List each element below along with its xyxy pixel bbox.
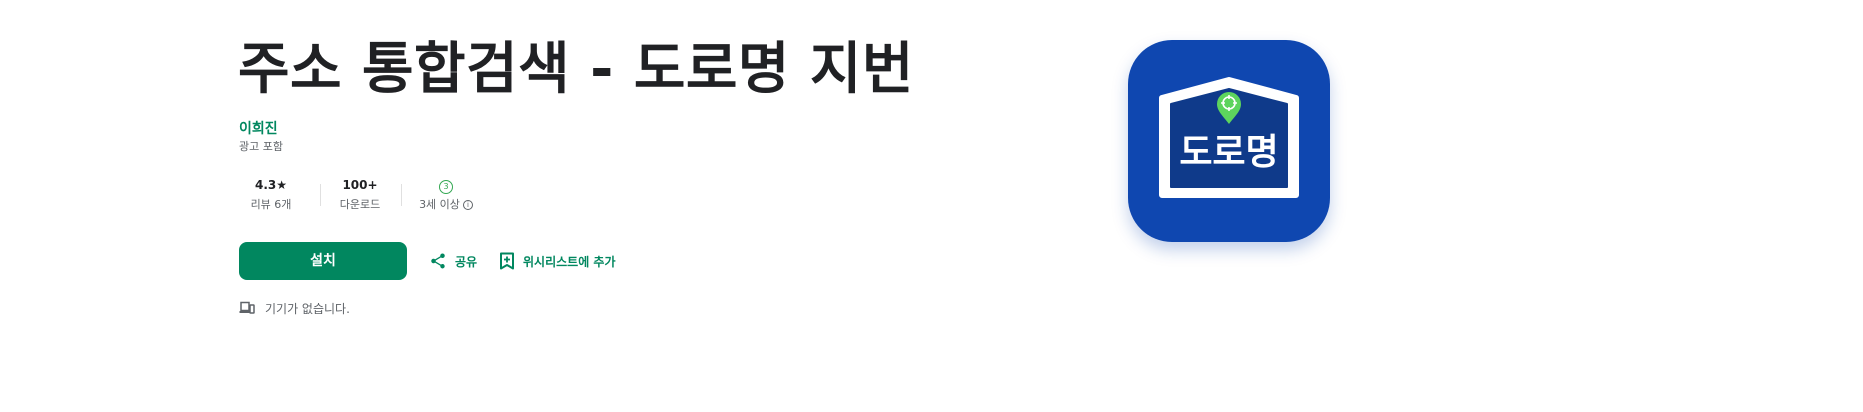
device-notice: 기기가 없습니다.: [239, 299, 350, 317]
stat-age-rating[interactable]: 3 3세 이상 i: [415, 176, 477, 212]
info-icon[interactable]: i: [462, 200, 473, 210]
wishlist-button[interactable]: 위시리스트에 추가: [499, 250, 616, 272]
rating-value: 4.3★: [254, 178, 287, 192]
downloads-label: 다운로드: [339, 198, 381, 211]
device-notice-text: 기기가 없습니다.: [265, 301, 350, 316]
install-button[interactable]: 설치: [239, 242, 407, 280]
stat-divider: [320, 184, 321, 206]
age-rating-label: 3세 이상: [419, 198, 460, 211]
stat-downloads: 100+ 다운로드: [333, 176, 387, 212]
ads-notice: 광고 포함: [239, 140, 283, 153]
wishlist-label: 위시리스트에 추가: [523, 254, 616, 269]
stat-rating: 4.3★ 리뷰 6개: [239, 176, 303, 212]
age-label-wrap: 3세 이상 i: [415, 196, 477, 212]
age-rating-badge: 3: [439, 180, 453, 194]
app-icon: 도로명: [1128, 40, 1330, 242]
bookmark-add-icon: [500, 252, 514, 270]
developer-link[interactable]: 이희진: [239, 118, 278, 138]
downloads-value: 100+: [342, 178, 378, 192]
share-icon: [431, 253, 445, 269]
stat-divider: [401, 184, 402, 206]
app-title: 주소 통합검색 - 도로명 지번: [238, 37, 914, 102]
review-count[interactable]: 리뷰 6개: [239, 196, 303, 212]
road-sign-graphic: 도로명: [1159, 77, 1299, 198]
share-button[interactable]: 공유: [429, 250, 477, 272]
age-badge-wrap: 3: [415, 176, 477, 194]
devices-icon: [239, 301, 255, 314]
share-label: 공유: [455, 254, 478, 269]
app-icon-text: 도로명: [1179, 132, 1278, 173]
